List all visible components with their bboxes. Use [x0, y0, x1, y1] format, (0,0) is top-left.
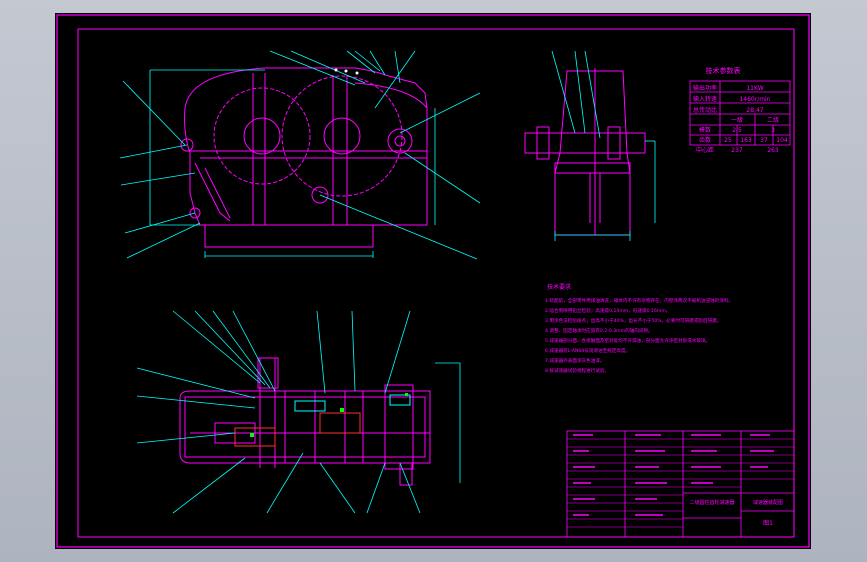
note-line: 4.调整、固定轴承时应留有0.2-0.3mm的轴向间隙。 [545, 327, 653, 334]
table-row-label: 输出功率 [693, 84, 717, 92]
gear-row-value: 2.5 [732, 127, 742, 134]
note-line: 5.减速器剖分面、各接触面及密封处均不许漏油，剖分面允许涂密封胶或水玻璃。 [545, 337, 710, 344]
title-block-drawing-name: 二级圆柱齿轮减速器 [689, 499, 734, 506]
table-row-label: 输入转速 [693, 95, 717, 103]
note-line: 2.啮合侧隙用铅丝检验，高速级0.14mm，低速级0.16mm。 [545, 307, 670, 314]
top-view [179, 357, 431, 486]
note-line: 8.按减速器试验规程进行试验。 [545, 367, 609, 374]
gear-row-value: 37 [760, 137, 768, 144]
top-view-markers [250, 393, 408, 437]
front-leaders [119, 50, 481, 260]
title-block-text-marks [573, 434, 774, 516]
table-row-value: 1460r/min [739, 96, 770, 103]
gear-row-value: 104 [776, 137, 788, 144]
gear-row-value: 163 [740, 137, 752, 144]
gear-row-label: 中心距 [696, 146, 714, 154]
note-line: 1.装配前，全部零件用煤油清洗，箱体内不许有杂物存在，内壁涂两次不被机油浸蚀的涂… [545, 297, 733, 304]
table-row-value: 11KW [746, 85, 763, 92]
title-block-school: 减速器装配图 [753, 499, 783, 506]
note-line: 3.用涂色法检验斑点，齿高不小于40%，齿长不小于50%，必要时可研磨或刮后研磨… [545, 317, 721, 324]
gear-row-value: 25 [724, 137, 732, 144]
front-dimensions [149, 69, 436, 258]
side-dimensions [551, 50, 656, 241]
front-view [180, 67, 428, 248]
title-block-sheet: 图1 [763, 520, 773, 527]
table-row-label: 总传动比 [693, 106, 717, 114]
note-line: 7.减速器外表面涂灰色油漆。 [545, 357, 605, 364]
gear-row-label: 齿数 [699, 136, 711, 144]
technical-requirements: 技术要求 1.装配前，全部零件用煤油清洗，箱体内不许有杂物存在，内壁涂两次不被机… [545, 283, 733, 374]
note-line: 6.减速器装L-AN68号润滑油至规定高度。 [545, 347, 630, 354]
tech-param-table: 技术参数表 输出功率 11KW 输入转速 1460r/min 总传动比 28.4… [689, 66, 791, 154]
cad-viewport[interactable]: 技术参数表 输出功率 11KW 输入转速 1460r/min 总传动比 28.4… [55, 13, 811, 549]
stage-2-header: 二级 [767, 116, 779, 124]
gear-row-value: 237 [731, 147, 743, 154]
side-view [524, 68, 646, 236]
table-row-value: 28.47 [746, 107, 763, 114]
gear-row-label: 模数 [699, 126, 711, 134]
table-title: 技术参数表 [706, 66, 741, 75]
stage-1-header: 一级 [731, 116, 743, 124]
assembly-drawing: 技术参数表 输出功率 11KW 输入转速 1460r/min 总传动比 28.4… [56, 14, 810, 548]
gear-row-value: 263 [767, 147, 779, 154]
title-block-rows [567, 438, 794, 528]
gear-row-value: 3 [771, 127, 775, 134]
notes-title: 技术要求 [547, 283, 571, 291]
